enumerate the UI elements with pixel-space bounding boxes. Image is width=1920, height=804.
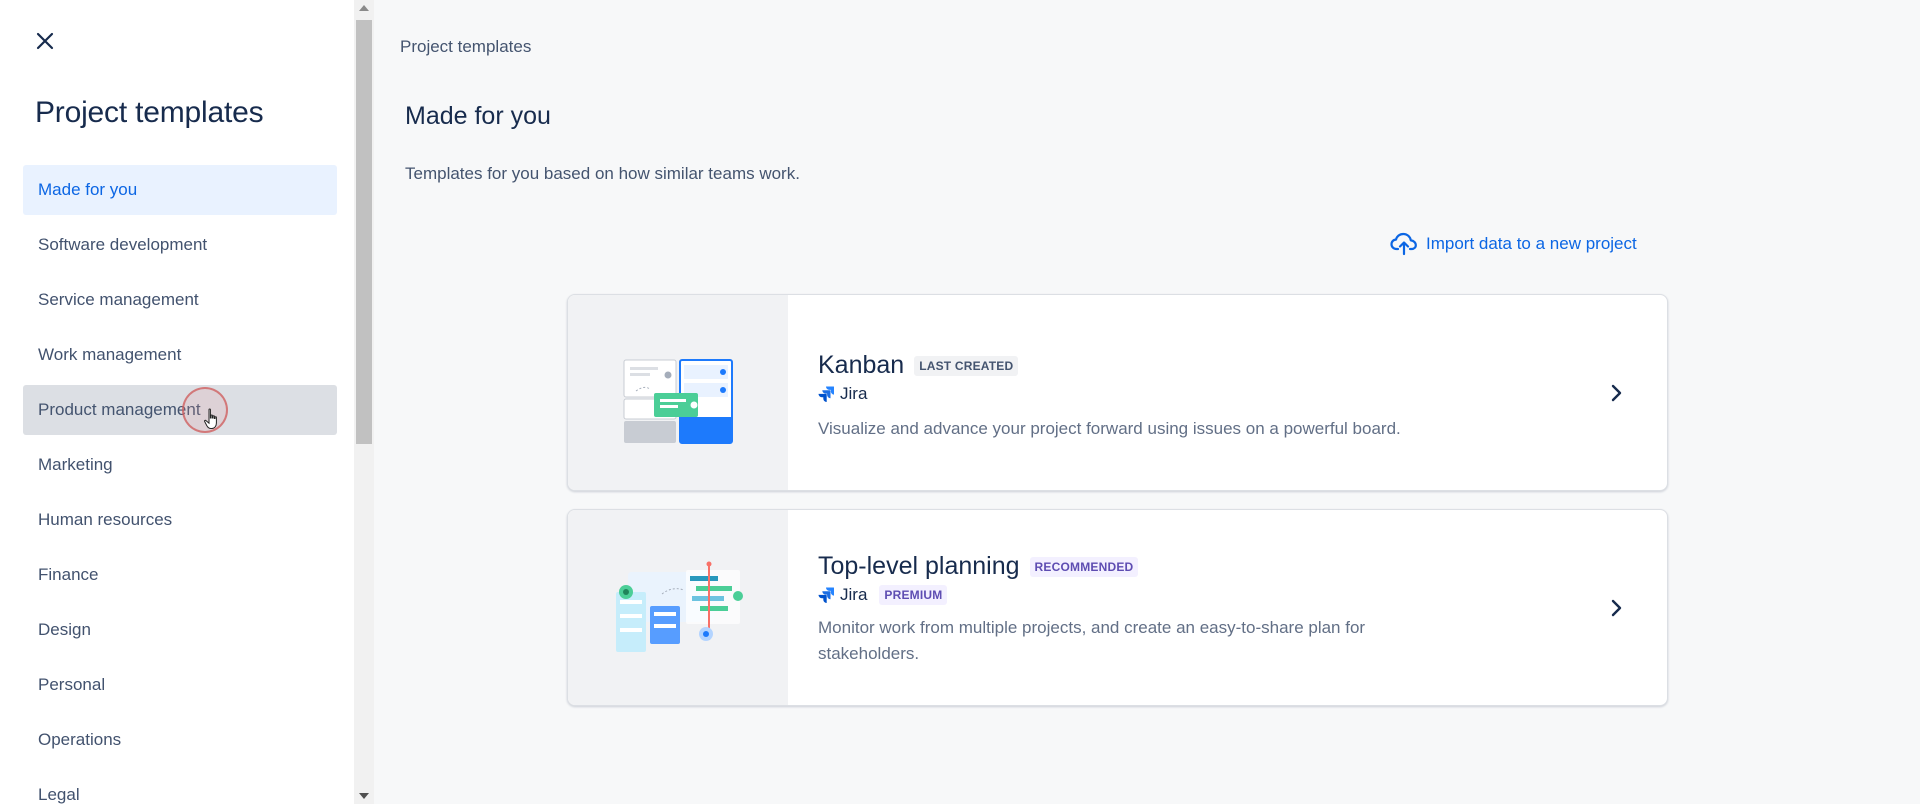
nav-item-made-for-you[interactable]: Made for you (23, 165, 337, 215)
sidebar-title: Project templates (35, 96, 264, 129)
nav-item-product-management[interactable]: Product management (23, 385, 337, 435)
jira-logo-icon (818, 587, 834, 603)
jira-logo-icon (818, 386, 834, 402)
nav-item-design[interactable]: Design (23, 605, 337, 655)
template-card-top-level-planning[interactable]: Top-level planning RECOMMENDED Jira PREM… (567, 509, 1668, 706)
nav-item-personal[interactable]: Personal (23, 660, 337, 710)
scrollbar-thumb[interactable] (356, 20, 372, 444)
nav-item-service-management[interactable]: Service management (23, 275, 337, 325)
card-description: Monitor work from multiple projects, and… (818, 615, 1587, 667)
nav-item-label: Legal (38, 785, 80, 804)
template-category-nav: Made for you Software development Servic… (23, 165, 337, 804)
nav-item-label: Personal (38, 675, 106, 694)
close-icon (36, 32, 54, 50)
nav-item-label: Design (38, 620, 91, 639)
nav-item-label: Service management (38, 290, 199, 309)
card-description-line: stakeholders. (818, 644, 920, 663)
nav-item-label: Marketing (38, 455, 113, 474)
recommended-badge: RECOMMENDED (1029, 556, 1139, 577)
nav-item-label: Finance (38, 565, 99, 584)
nav-item-marketing[interactable]: Marketing (23, 440, 337, 490)
nav-item-label: Work management (38, 345, 182, 364)
nav-item-human-resources[interactable]: Human resources (23, 495, 337, 545)
import-data-label: Import data to a new project (1426, 234, 1637, 253)
nav-item-legal[interactable]: Legal (23, 770, 337, 804)
chevron-right-icon (1611, 599, 1622, 616)
nav-item-work-management[interactable]: Work management (23, 330, 337, 380)
nav-item-label: Software development (38, 235, 208, 254)
card-description-line: Monitor work from multiple projects, and… (818, 618, 1366, 637)
import-data-link[interactable]: Import data to a new project (1390, 232, 1637, 256)
product-name: Jira (840, 585, 868, 604)
nav-item-finance[interactable]: Finance (23, 550, 337, 600)
sidebar-scrollbar[interactable] (354, 0, 374, 804)
nav-item-software-development[interactable]: Software development (23, 220, 337, 270)
kanban-illustration (568, 295, 788, 490)
cloud-upload-icon (1390, 232, 1417, 256)
top-level-planning-illustration (568, 510, 788, 705)
page-title: Made for you (405, 102, 551, 130)
premium-badge: PREMIUM (879, 585, 948, 605)
template-card-kanban[interactable]: Kanban LAST CREATED Jira Visualize and a… (567, 294, 1668, 491)
kanban-card-body: Kanban LAST CREATED Jira Visualize and a… (818, 351, 1587, 442)
hand-cursor-icon (204, 408, 217, 429)
card-title: Kanban (818, 351, 905, 379)
scroll-down-arrow-icon[interactable] (359, 793, 369, 799)
top-level-planning-card-body: Top-level planning RECOMMENDED Jira PREM… (818, 552, 1587, 667)
breadcrumb: Project templates (400, 37, 532, 56)
page-description: Templates for you based on how similar t… (405, 164, 800, 183)
nav-item-label: Operations (38, 730, 122, 749)
product-name: Jira (840, 384, 868, 403)
chevron-right-icon (1611, 384, 1622, 401)
sidebar: Project templates Made for you Software … (0, 0, 354, 804)
card-title: Top-level planning (818, 552, 1020, 580)
nav-item-label: Product management (38, 400, 201, 419)
last-created-badge: LAST CREATED (914, 355, 1019, 376)
card-description: Visualize and advance your project forwa… (818, 419, 1401, 438)
close-button[interactable] (30, 26, 60, 56)
scroll-up-arrow-icon[interactable] (359, 5, 369, 11)
nav-item-label: Made for you (38, 180, 138, 199)
nav-item-label: Human resources (38, 510, 173, 529)
nav-item-operations[interactable]: Operations (23, 715, 337, 765)
